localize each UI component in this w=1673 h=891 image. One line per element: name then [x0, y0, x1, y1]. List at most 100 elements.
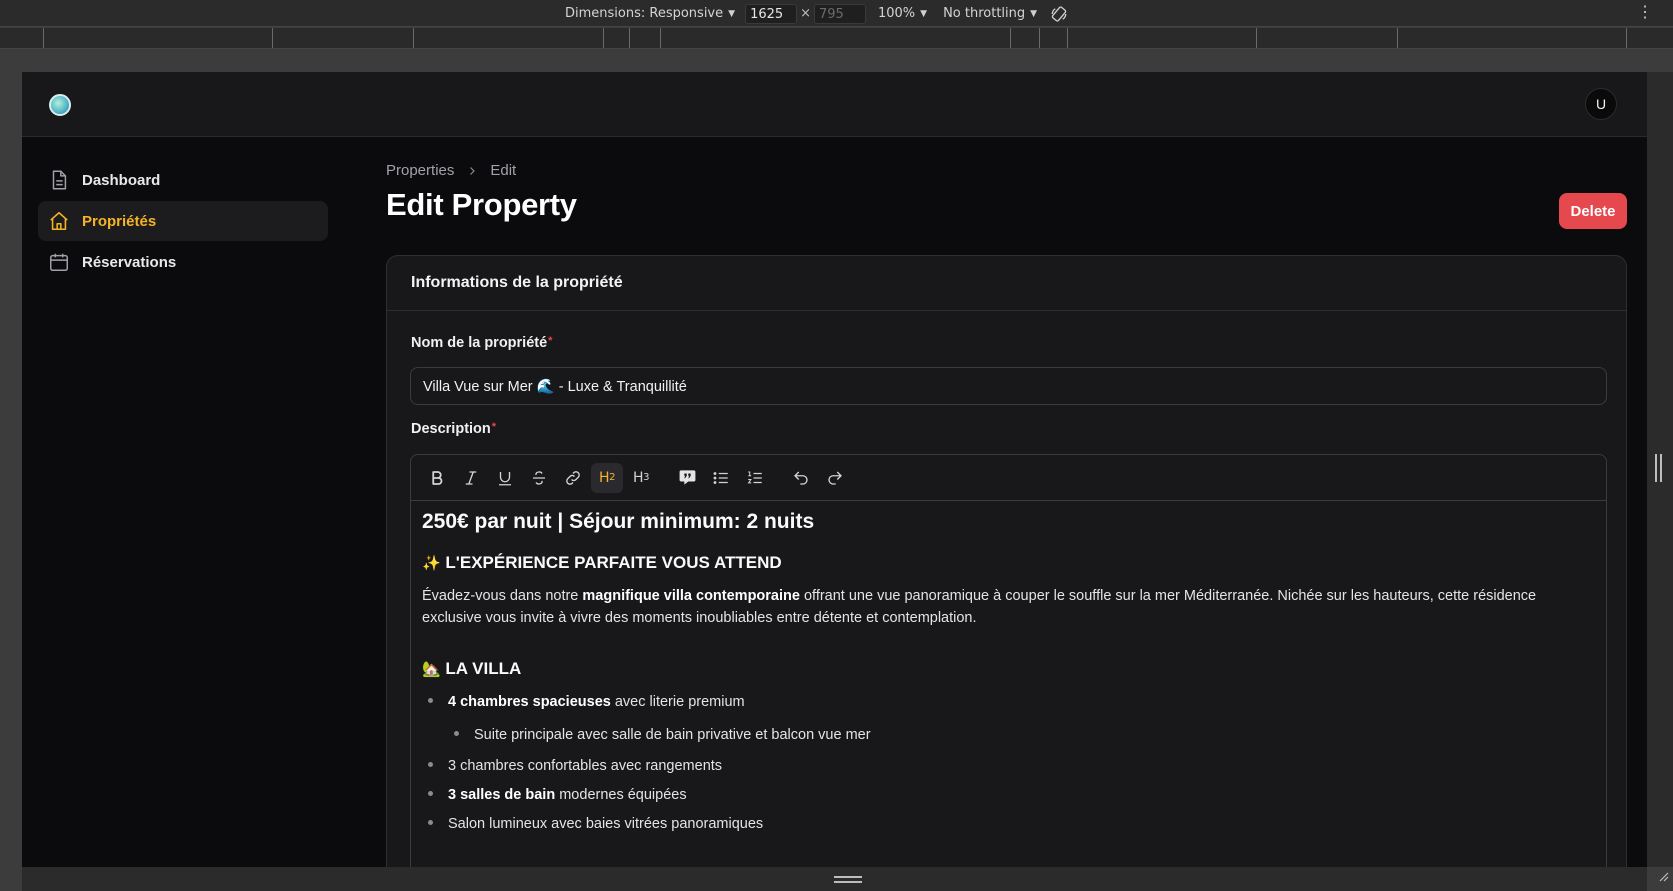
emulated-viewport: U Dashboard Propriétés Réservations Prop…	[22, 72, 1647, 867]
dimensions-label: Dimensions: Responsive	[565, 6, 724, 21]
villa-heading-text: LA VILLA	[445, 659, 522, 678]
sidebar: Dashboard Propriétés Réservations	[22, 138, 342, 867]
list-item: 3 chambres confortables avec rangements	[422, 755, 1595, 777]
caret-down-icon: ▼	[920, 8, 928, 19]
resize-grip-icon	[1660, 454, 1662, 482]
property-name-input[interactable]: Villa Vue sur Mer 🌊 - Luxe & Tranquillit…	[410, 367, 1607, 405]
dimensions-dropdown[interactable]: Dimensions: Responsive ▼	[565, 6, 735, 21]
user-avatar[interactable]: U	[1585, 88, 1617, 120]
h2-label: H	[599, 469, 610, 486]
link-icon[interactable]	[557, 463, 589, 493]
viewport-height-input[interactable]: 795	[813, 3, 866, 24]
list-item: Suite principale avec salle de bain priv…	[422, 724, 1595, 746]
list-item-text: 3 chambres confortables avec rangements	[448, 758, 723, 774]
breadcrumb-edit: Edit	[490, 162, 517, 179]
house-icon: 🏡	[422, 660, 441, 678]
heading-2-button[interactable]: H2	[591, 462, 623, 493]
throttling-dropdown[interactable]: No throttling ▼	[943, 6, 1037, 21]
h2-sub: 2	[609, 472, 615, 483]
property-form-card: Informations de la propriété Nom de la p…	[386, 255, 1627, 867]
experience-heading: ✨ L'EXPÉRIENCE PARFAITE VOUS ATTEND	[422, 551, 1595, 575]
editor-content[interactable]: 250€ par nuit | Séjour minimum: 2 nuits …	[411, 501, 1606, 835]
bullet-list-icon[interactable]	[705, 463, 737, 493]
description-label-text: Description	[411, 421, 491, 437]
chevron-right-icon	[466, 165, 478, 177]
document-icon	[48, 169, 70, 191]
redo-icon[interactable]	[819, 463, 851, 493]
list-item-text: avec literie premium	[610, 694, 745, 710]
villa-heading: 🏡 LA VILLA	[422, 657, 1595, 681]
list-item: 4 chambres spacieuses avec literie premi…	[422, 691, 1595, 713]
intro-paragraph: Évadez-vous dans notre magnifique villa …	[422, 585, 1595, 629]
list-item: 3 salles de bain modernes équipées	[422, 784, 1595, 806]
delete-button[interactable]: Delete	[1559, 193, 1627, 229]
underline-icon[interactable]	[489, 463, 521, 493]
resize-grip-icon	[1655, 454, 1657, 482]
villa-feature-list: 4 chambres spacieuses avec literie premi…	[422, 691, 1595, 835]
viewport-resize-bottom[interactable]	[22, 867, 1647, 891]
list-item-text: Suite principale avec salle de bain priv…	[474, 727, 871, 743]
ruler-mark	[1067, 28, 1068, 48]
sidebar-item-label: Dashboard	[82, 171, 161, 189]
viewport-width-input[interactable]: 1625	[745, 3, 798, 24]
strikethrough-icon[interactable]	[523, 463, 555, 493]
resize-grip-icon	[834, 881, 862, 883]
heading-3-button[interactable]: H3	[625, 463, 657, 493]
experience-heading-text: L'EXPÉRIENCE PARFAITE VOUS ATTEND	[445, 553, 782, 572]
sidebar-item-reservations[interactable]: Réservations	[38, 242, 328, 282]
ordered-list-icon[interactable]	[739, 463, 771, 493]
zoom-label: 100%	[877, 6, 916, 21]
required-mark: *	[491, 421, 497, 433]
undo-icon[interactable]	[785, 463, 817, 493]
dimension-separator: ×	[800, 6, 811, 21]
ruler-mark	[1039, 28, 1040, 48]
quote-icon[interactable]	[671, 463, 703, 493]
ruler-mark	[1397, 28, 1398, 48]
list-item-text: Salon lumineux avec baies vitrées panora…	[448, 816, 764, 832]
sidebar-item-label: Réservations	[82, 253, 177, 271]
bold-icon[interactable]	[421, 463, 453, 493]
sparkles-icon: ✨	[422, 554, 441, 572]
rotate-icon[interactable]	[1049, 4, 1069, 24]
home-icon	[48, 210, 70, 232]
throttling-label: No throttling	[943, 6, 1026, 21]
breadcrumb-properties[interactable]: Properties	[386, 162, 454, 179]
h3-sub: 3	[643, 472, 649, 483]
app-logo[interactable]	[49, 94, 71, 116]
caret-down-icon: ▼	[1030, 8, 1038, 19]
page-title: Edit Property	[386, 187, 577, 222]
name-label-text: Nom de la propriété	[411, 335, 548, 351]
sidebar-item-label: Propriétés	[82, 212, 157, 230]
viewport-resize-right[interactable]	[1647, 72, 1673, 867]
list-item-text: modernes équipées	[555, 787, 687, 803]
description-field-label: Description*	[411, 421, 496, 437]
breadcrumb: Properties Edit	[386, 162, 516, 179]
list-item: Salon lumineux avec baies vitrées panora…	[422, 813, 1595, 835]
ruler-mark	[1256, 28, 1257, 48]
ruler-mark	[603, 28, 604, 48]
zoom-dropdown[interactable]: 100% ▼	[878, 6, 927, 21]
editor-toolbar: H2 H3	[411, 455, 1606, 501]
resize-corner-icon[interactable]	[1657, 869, 1669, 887]
calendar-icon	[48, 251, 70, 273]
devtools-controls: Dimensions: Responsive ▼ 1625 × 795 100%…	[565, 0, 1069, 27]
card-title: Informations de la propriété	[387, 256, 1626, 311]
caret-down-icon: ▼	[728, 8, 736, 19]
more-options-icon[interactable]: ⋮	[1637, 4, 1653, 22]
list-item-bold: 3 salles de bain	[448, 787, 556, 803]
resize-grip-icon	[834, 876, 862, 878]
italic-icon[interactable]	[455, 463, 487, 493]
ruler-mark	[660, 28, 661, 48]
ruler-mark	[43, 28, 44, 48]
name-field-label: Nom de la propriété*	[411, 335, 552, 351]
required-mark: *	[548, 335, 553, 347]
ruler-mark	[629, 28, 630, 48]
price-heading: 250€ par nuit | Séjour minimum: 2 nuits	[422, 510, 815, 533]
sidebar-item-properties[interactable]: Propriétés	[38, 201, 328, 241]
app-header: U	[22, 72, 1647, 137]
h3-label: H	[633, 469, 644, 486]
media-query-ruler	[0, 28, 1673, 49]
sidebar-item-dashboard[interactable]: Dashboard	[38, 160, 328, 200]
ruler-mark	[272, 28, 273, 48]
list-item-bold: 4 chambres spacieuses	[448, 694, 611, 710]
